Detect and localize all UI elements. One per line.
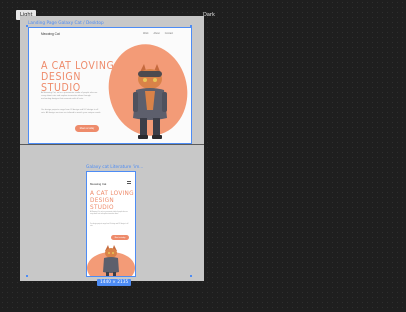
desktop-logo: Meowing Cat xyxy=(41,32,60,36)
desktop-hero-body-1: At Meowing Cat, we're a passionate studi… xyxy=(41,92,98,100)
nav-item-contact[interactable]: Contact xyxy=(165,32,173,35)
mobile-frame-label[interactable]: Galaxy cat Literature 'im... xyxy=(86,165,143,170)
section-divider xyxy=(20,144,204,145)
nav-item-about[interactable]: About xyxy=(154,32,160,35)
mobile-hero-body-1: At Meowing Cat, we're a passionate studi… xyxy=(90,212,128,215)
mobile-logo: Meowing Cat xyxy=(90,182,107,186)
mobile-hero-title: A CAT LOVING DESIGN STUDIO xyxy=(90,189,134,212)
selection-handle-bottom-left[interactable] xyxy=(26,275,28,277)
desktop-frame[interactable]: Meowing Cat Work About Contact A CAT LOV… xyxy=(28,27,192,144)
theme-label-dark[interactable]: Dark xyxy=(203,10,215,20)
selection-handle-bottom-right[interactable] xyxy=(190,275,192,277)
desktop-hero-body-2: Our design projects range from UI design… xyxy=(41,109,101,114)
mobile-cat-illustration xyxy=(103,245,119,276)
hamburger-menu-icon[interactable] xyxy=(127,181,131,184)
mobile-hero-body-2: Our design projects range from UI design… xyxy=(90,224,129,227)
selection-handle-top-left[interactable] xyxy=(26,25,28,27)
selection-handle-top-right[interactable] xyxy=(190,25,192,27)
desktop-cta-button[interactable]: Meet us today xyxy=(75,125,99,132)
mobile-cta-button[interactable]: Meet us today xyxy=(111,235,129,240)
desktop-frame-label[interactable]: Landing Page Galaxy Cat / Desktop xyxy=(28,21,104,26)
desktop-cat-illustration xyxy=(133,64,167,139)
nav-item-work[interactable]: Work xyxy=(143,32,149,35)
selection-size-badge: 1440 × 2135 xyxy=(97,279,132,286)
mobile-frame[interactable]: Meowing Cat A CAT LOVING DESIGN STUDIO A… xyxy=(86,171,136,277)
desktop-nav: Work About Contact xyxy=(143,32,173,35)
